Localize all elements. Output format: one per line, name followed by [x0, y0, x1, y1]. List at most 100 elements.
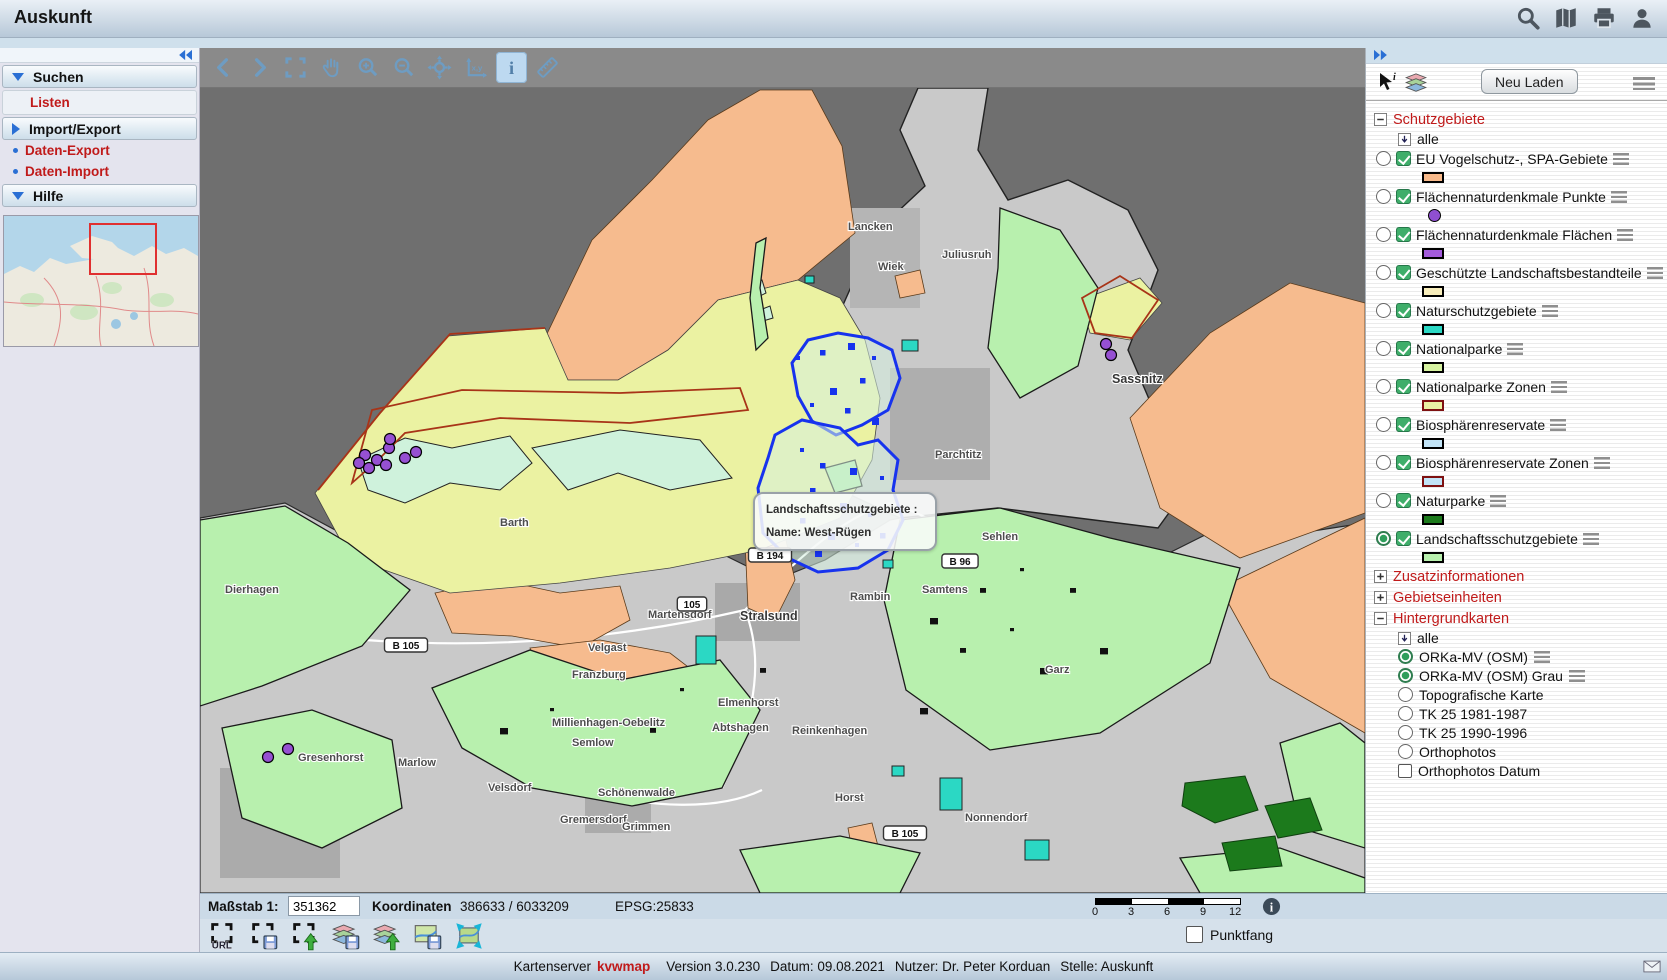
layer-query-radio[interactable] [1376, 151, 1391, 166]
menu-link-listen[interactable]: Listen [2, 90, 197, 115]
layer-query-radio[interactable] [1376, 303, 1391, 318]
section-header-hilfe[interactable]: Hilfe [2, 184, 197, 207]
layer-row-naturschutzgebiete[interactable]: Naturschutzgebiete [1374, 300, 1667, 321]
layer-stack-icon[interactable] [1404, 70, 1428, 94]
box-plus-icon[interactable] [1374, 591, 1387, 604]
layer-query-radio[interactable] [1376, 531, 1391, 546]
background-label[interactable]: ORKa-MV (OSM) [1419, 649, 1528, 665]
background-row-tk-25-1990-1996[interactable]: TK 25 1990-1996 [1374, 723, 1667, 742]
reload-button[interactable]: Neu Laden [1481, 69, 1578, 94]
tool-pan-hand[interactable] [316, 52, 347, 83]
layer-menu-icon[interactable] [1633, 77, 1655, 90]
background-radio[interactable] [1398, 725, 1413, 740]
alle-box-icon[interactable] [1398, 632, 1411, 645]
layer-row-nationalparke[interactable]: Nationalparke [1374, 338, 1667, 359]
layer-row-landschaftsschutzgebiete[interactable]: Landschaftsschutzgebiete [1374, 528, 1667, 549]
scale-input[interactable] [288, 896, 360, 916]
tool-map-fullscreen[interactable] [454, 921, 484, 951]
background-label[interactable]: ORKa-MV (OSM) Grau [1419, 668, 1563, 684]
background-checkbox[interactable] [1398, 764, 1412, 778]
layer-label[interactable]: Nationalparke [1416, 341, 1502, 357]
box-minus-icon[interactable] [1374, 113, 1387, 126]
layer-label[interactable]: Biosphärenreservate [1416, 417, 1545, 433]
layer-row-biosph-renreservate[interactable]: Biosphärenreservate [1374, 414, 1667, 435]
layer-row-fl-chennaturdenkmale-punkte[interactable]: Flächennaturdenkmale Punkte [1374, 186, 1667, 207]
layer-options-icon[interactable] [1569, 670, 1585, 682]
layer-visible-checkbox[interactable] [1396, 455, 1411, 470]
background-row-orthophotos[interactable]: Orthophotos [1374, 742, 1667, 761]
section-header-suchen[interactable]: Suchen [2, 65, 197, 88]
background-row-orka-mv-osm-[interactable]: ORKa-MV (OSM) [1374, 647, 1667, 666]
tool-measure-ruler[interactable] [532, 52, 563, 83]
layer-label[interactable]: Nationalparke Zonen [1416, 379, 1546, 395]
layer-options-icon[interactable] [1534, 651, 1550, 663]
layer-options-icon[interactable] [1594, 457, 1610, 469]
background-label[interactable]: Topografische Karte [1419, 687, 1544, 703]
layer-label[interactable]: Naturparke [1416, 493, 1485, 509]
background-label[interactable]: TK 25 1990-1996 [1419, 725, 1527, 741]
footer-brand[interactable]: kvwmap [597, 959, 650, 974]
collapse-left-icon[interactable] [177, 49, 195, 61]
background-row-tk-25-1981-1987[interactable]: TK 25 1981-1987 [1374, 704, 1667, 723]
tool-zoom-center[interactable] [424, 52, 455, 83]
background-row-orthophotos-datum[interactable]: Orthophotos Datum [1374, 761, 1667, 780]
background-radio[interactable] [1398, 649, 1413, 664]
tool-save-extent[interactable] [249, 921, 279, 951]
layer-row-eu-vogelschutz-spa-gebiete[interactable]: EU Vogelschutz-, SPA-Gebiete [1374, 148, 1667, 169]
layer-options-icon[interactable] [1542, 305, 1558, 317]
tool-feature-info[interactable]: i [496, 52, 527, 83]
layer-label[interactable]: Geschützte Landschaftsbestandteile [1416, 265, 1642, 281]
tool-load-extent[interactable] [290, 921, 320, 951]
layer-label[interactable]: Landschaftsschutzgebiete [1416, 531, 1578, 547]
layer-visible-checkbox[interactable] [1396, 417, 1411, 432]
layer-visible-checkbox[interactable] [1396, 379, 1411, 394]
background-radio[interactable] [1398, 668, 1413, 683]
layer-query-radio[interactable] [1376, 493, 1391, 508]
tree-group-schutzgebiete[interactable]: Schutzgebiete [1374, 109, 1667, 130]
box-minus-icon[interactable] [1374, 612, 1387, 625]
menu-link-daten-import[interactable]: Daten-Import [0, 161, 199, 182]
layer-options-icon[interactable] [1611, 191, 1627, 203]
tool-zoom-out[interactable] [388, 52, 419, 83]
layer-options-icon[interactable] [1550, 419, 1566, 431]
layer-visible-checkbox[interactable] [1396, 341, 1411, 356]
layer-query-radio[interactable] [1376, 379, 1391, 394]
map-canvas[interactable]: LanckenWiekJuliusruhSassnitzParchtitzSeh… [200, 88, 1365, 893]
menu-link-daten-export[interactable]: Daten-Export [0, 140, 199, 161]
background-row-orka-mv-osm-grau[interactable]: ORKa-MV (OSM) Grau [1374, 666, 1667, 685]
mail-icon[interactable] [1643, 960, 1661, 973]
layer-query-radio[interactable] [1376, 417, 1391, 432]
layer-options-icon[interactable] [1583, 533, 1599, 545]
background-label[interactable]: TK 25 1981-1987 [1419, 706, 1527, 722]
layer-visible-checkbox[interactable] [1396, 151, 1411, 166]
tool-coordinates-xy[interactable]: x,y [460, 52, 491, 83]
alle-box-icon[interactable] [1398, 133, 1411, 146]
layer-row-fl-chennaturdenkmale-fl-chen[interactable]: Flächennaturdenkmale Flächen [1374, 224, 1667, 245]
layer-query-radio[interactable] [1376, 189, 1391, 204]
background-label[interactable]: Orthophotos [1419, 744, 1496, 760]
background-label[interactable]: Orthophotos Datum [1418, 763, 1540, 779]
layer-label[interactable]: Flächennaturdenkmale Flächen [1416, 227, 1612, 243]
tool-load-layers[interactable] [372, 921, 402, 951]
pointer-info-icon[interactable]: i [1376, 70, 1400, 94]
tool-history-back[interactable] [208, 52, 239, 83]
tree-group-gebietseinheiten[interactable]: Gebietseinheiten [1374, 587, 1667, 608]
layer-visible-checkbox[interactable] [1396, 303, 1411, 318]
layer-visible-checkbox[interactable] [1396, 189, 1411, 204]
map-fold-icon[interactable] [1553, 5, 1579, 31]
layer-row-nationalparke-zonen[interactable]: Nationalparke Zonen [1374, 376, 1667, 397]
background-radio[interactable] [1398, 744, 1413, 759]
layer-options-icon[interactable] [1551, 381, 1567, 393]
background-radio[interactable] [1398, 687, 1413, 702]
layer-query-radio[interactable] [1376, 265, 1391, 280]
background-row-topografische-karte[interactable]: Topografische Karte [1374, 685, 1667, 704]
box-plus-icon[interactable] [1374, 570, 1387, 583]
user-icon[interactable] [1629, 5, 1655, 31]
section-header-import-export[interactable]: Import/Export [2, 117, 197, 140]
tree-group-zusatzinformationen[interactable]: Zusatzinformationen [1374, 566, 1667, 587]
expand-right-icon[interactable] [1371, 49, 1389, 61]
layer-visible-checkbox[interactable] [1396, 531, 1411, 546]
layer-label[interactable]: Naturschutzgebiete [1416, 303, 1537, 319]
tree-select-all[interactable]: alle [1374, 629, 1667, 647]
layer-label[interactable]: EU Vogelschutz-, SPA-Gebiete [1416, 151, 1608, 167]
